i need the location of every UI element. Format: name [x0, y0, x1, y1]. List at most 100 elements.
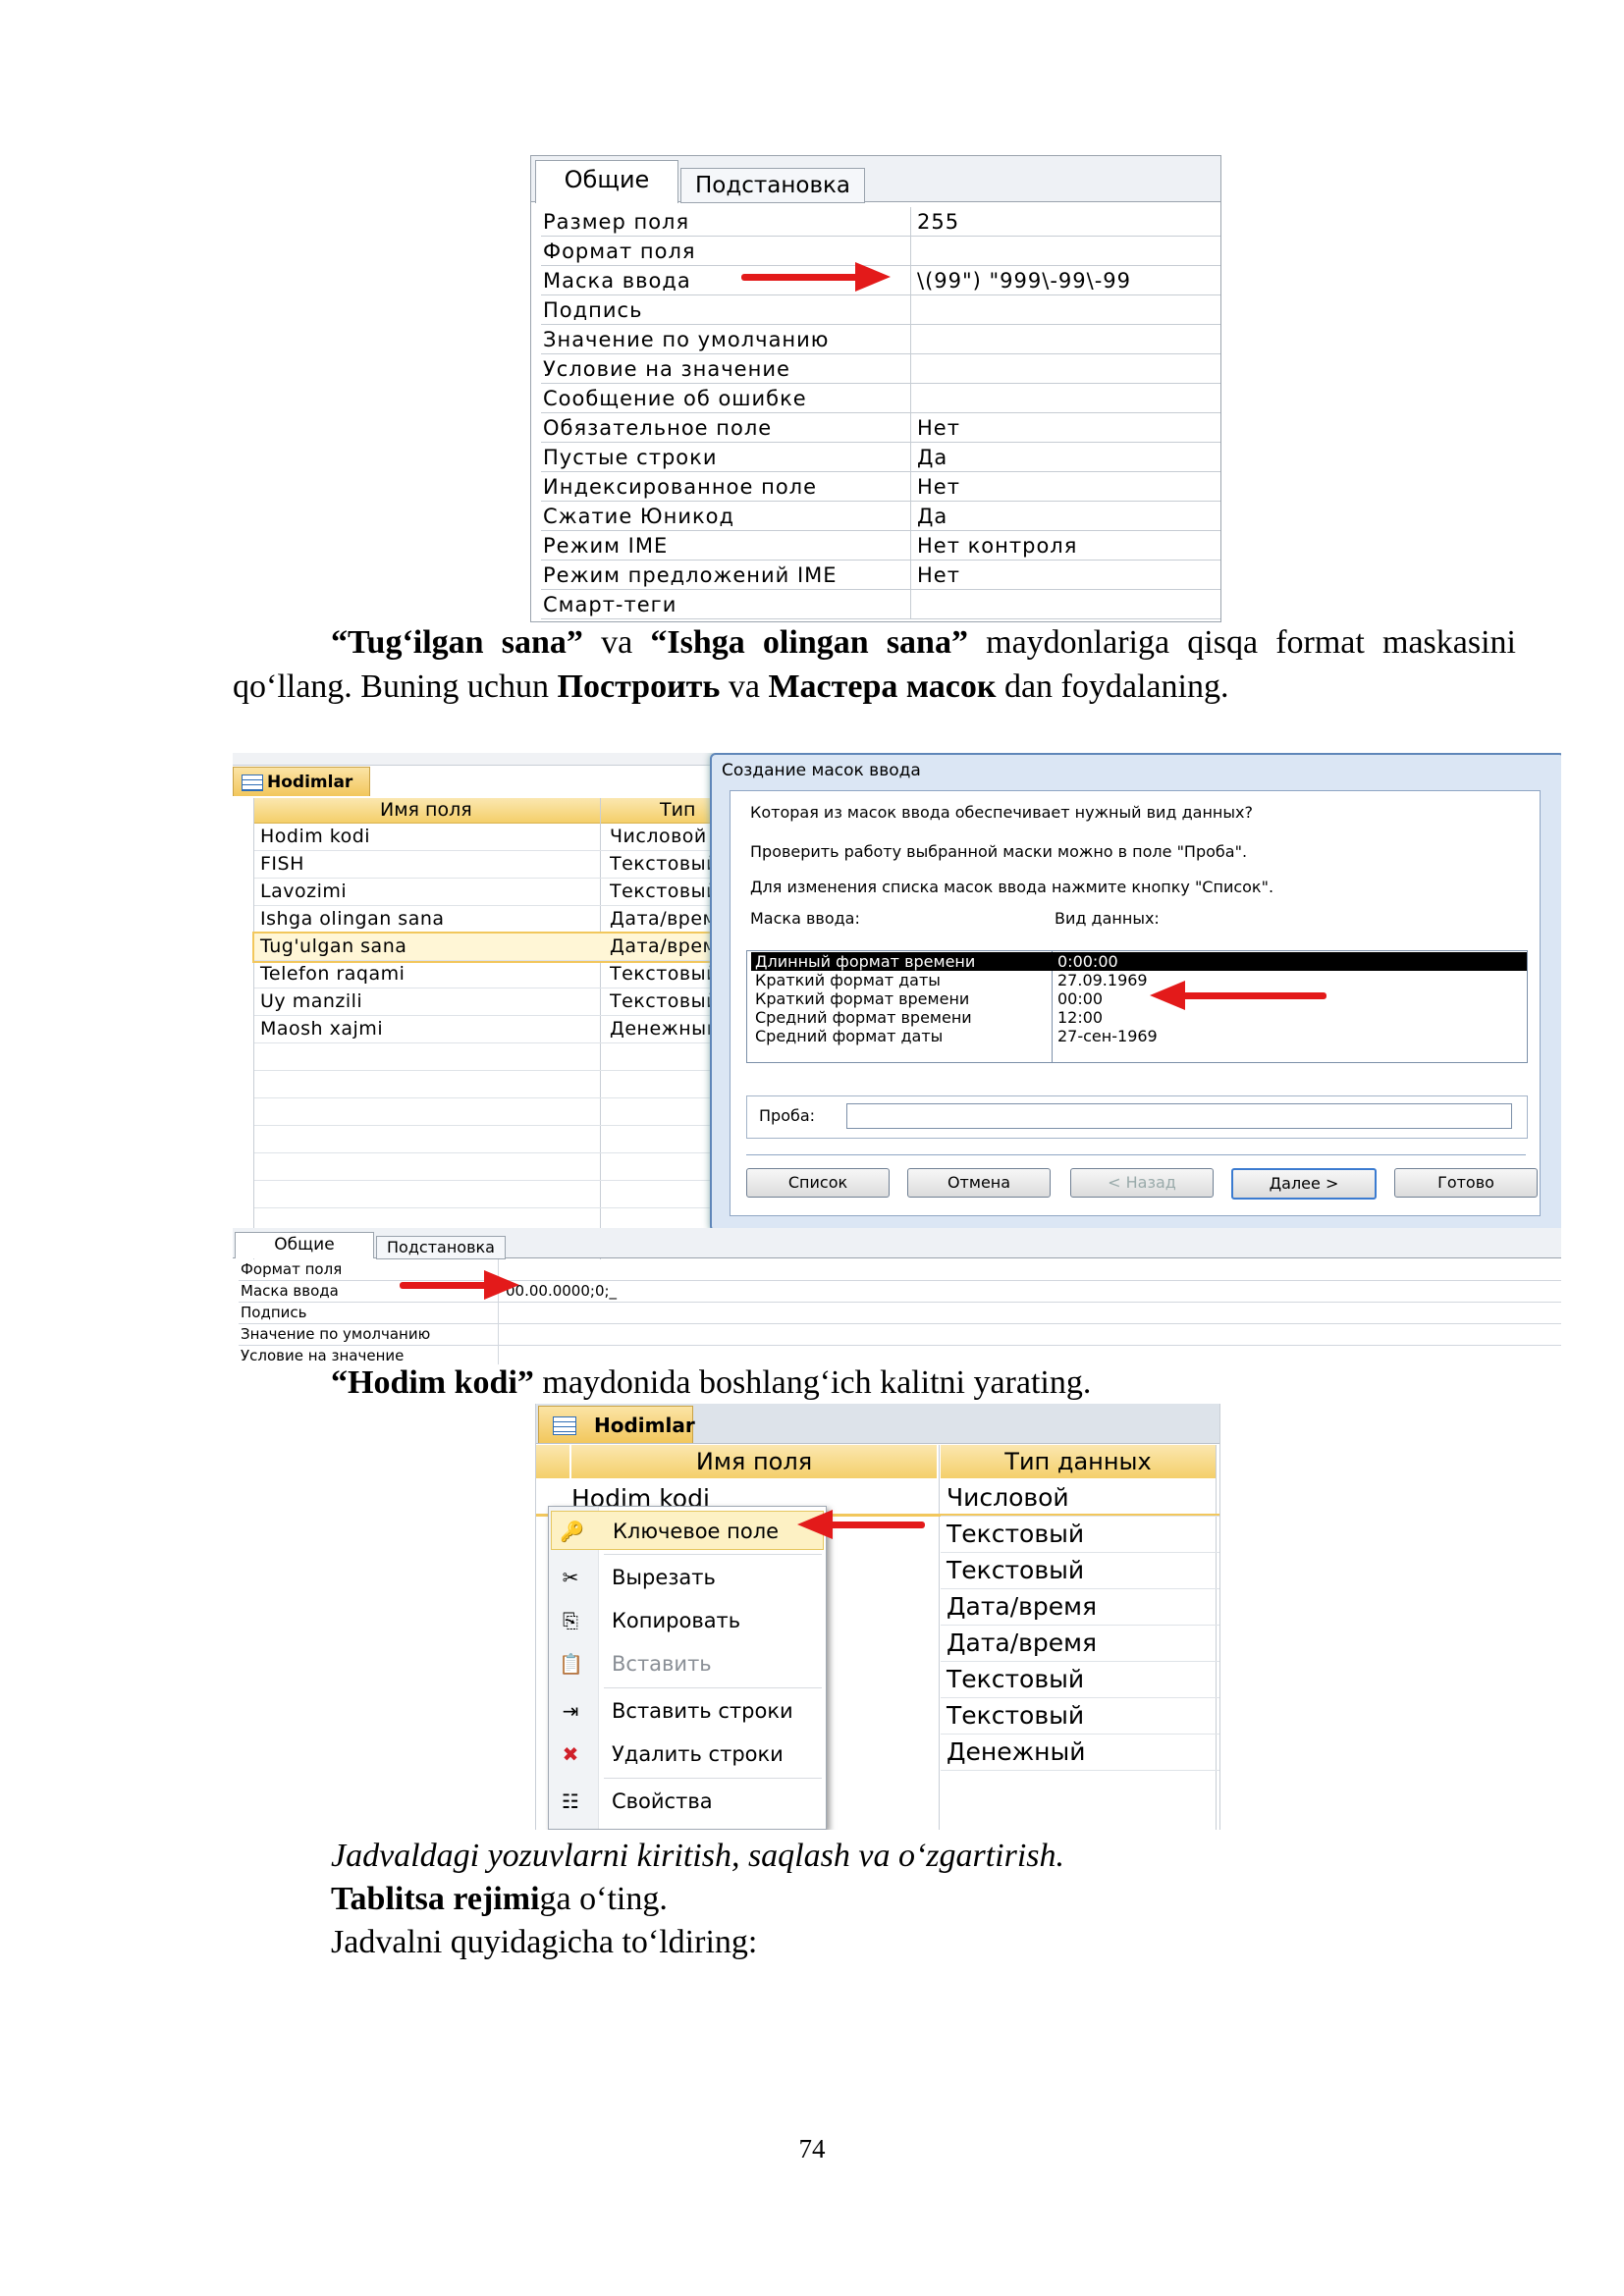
property-value[interactable]: Нет	[910, 412, 1220, 443]
menu-item-cut[interactable]: ✂ Вырезать	[551, 1558, 824, 1597]
field-name[interactable]: Telefon raqami	[260, 961, 594, 988]
property-label: Индексированное поле	[541, 471, 911, 502]
field-name[interactable]: Uy manzili	[260, 988, 594, 1015]
field-name[interactable]: Hodim kodi	[260, 824, 594, 850]
input-mask-value[interactable]: \(99") "999\-99\-99	[910, 265, 1220, 295]
table-tab-label: Hodimlar	[267, 773, 353, 792]
bold-term: Tablitsa rejimi	[331, 1881, 540, 1917]
mask-list[interactable]: Длинный формат времени 0:00:00 Краткий фо…	[746, 950, 1528, 1063]
property-value[interactable]	[910, 353, 1220, 384]
property-row: Формат поля	[541, 236, 1220, 266]
property-value[interactable]: Да	[910, 501, 1220, 531]
table-row[interactable]: Lavozimi Текстовый	[254, 879, 745, 906]
table-row[interactable]: FISH Текстовый	[254, 851, 745, 879]
field-name[interactable]: Lavozimi	[260, 879, 594, 905]
property-value[interactable]: 255	[910, 207, 1220, 237]
tab-lookup[interactable]: Подстановка	[376, 1236, 506, 1259]
list-item[interactable]: Краткий формат времени 00:00	[751, 989, 1527, 1008]
property-value[interactable]	[910, 324, 1220, 354]
field-name[interactable]: Ishga olingan sana	[260, 906, 594, 933]
menu-item-label: Удалить строки	[612, 1742, 784, 1766]
property-label: Значение по умолчанию	[541, 324, 911, 354]
test-input[interactable]	[846, 1103, 1512, 1129]
data-type-cell[interactable]: Денежный	[941, 1735, 1219, 1771]
table-icon	[242, 774, 263, 791]
back-button[interactable]: < Назад	[1070, 1168, 1214, 1198]
data-type-cell[interactable]: Дата/время	[941, 1589, 1219, 1626]
data-type-cell[interactable]: Текстовый	[941, 1662, 1219, 1698]
mask-view: 27.09.1969	[1057, 971, 1148, 989]
mask-column-label: Маска ввода:	[750, 909, 860, 928]
property-label: Режим IME	[541, 530, 911, 561]
table-row-empty[interactable]	[254, 1181, 745, 1208]
red-arrow-line	[1179, 992, 1326, 999]
input-mask-value[interactable]: 00.00.0000;0;_	[506, 1281, 617, 1302]
table-row-empty[interactable]	[254, 1098, 745, 1126]
header-label: Тип	[660, 799, 696, 821]
menu-item-delete-rows[interactable]: ✖ Удалить строки	[551, 1735, 824, 1774]
tab-general[interactable]: Общие	[535, 160, 678, 203]
divider	[939, 1445, 940, 1830]
mask-view: 0:00:00	[1057, 952, 1118, 971]
list-item[interactable]: Краткий формат даты 27.09.1969	[751, 971, 1527, 989]
list-item[interactable]: Средний формат времени 12:00	[751, 1008, 1527, 1027]
tab-general[interactable]: Общие	[235, 1232, 374, 1258]
menu-item-label: Вырезать	[612, 1566, 716, 1589]
italic-heading: Jadvaldagi yozuvlarni kiritish, saqlash …	[331, 1838, 1065, 1874]
menu-item-paste[interactable]: 📋 Вставить	[551, 1644, 824, 1683]
property-label: Значение по умолчанию	[241, 1324, 499, 1345]
quoted-field-name: “Ishga olingan sana”	[650, 624, 968, 661]
menu-item-properties[interactable]: ☷ Свойства	[551, 1782, 824, 1821]
table-row[interactable]: Uy manzili Текстовый	[254, 988, 745, 1016]
input-mask-wizard-dialog: Создание масок ввода Которая из масок вв…	[710, 753, 1561, 1232]
tab-lookup[interactable]: Подстановка	[680, 168, 865, 203]
mask-name: Длинный формат времени	[755, 952, 976, 971]
field-name[interactable]: FISH	[260, 851, 594, 878]
finish-button[interactable]: Готово	[1394, 1168, 1538, 1198]
dialog-hint: Для изменения списка масок ввода нажмите…	[750, 878, 1274, 896]
dialog-question: Которая из масок ввода обеспечивает нужн…	[750, 803, 1253, 822]
menu-item-insert-rows[interactable]: ⇥ Вставить строки	[551, 1691, 824, 1731]
table-tab[interactable]: Hodimlar	[233, 767, 370, 796]
context-menu-screenshot: Hodimlar Имя поля Тип данных Hodim kodi …	[535, 1404, 1220, 1830]
table-row-empty[interactable]	[254, 1043, 745, 1071]
property-value[interactable]: Да	[910, 442, 1220, 472]
data-type-cell[interactable]: Текстовый	[941, 1517, 1219, 1553]
table-row[interactable]: Ishga olingan sana Дата/время	[254, 906, 745, 934]
table-row[interactable]: Maosh xajmi Денежный	[254, 1016, 745, 1043]
data-type-cell[interactable]: Числовой	[941, 1480, 1219, 1517]
page-number: 74	[798, 2134, 826, 2163]
table-tab[interactable]: Hodimlar	[538, 1406, 695, 1443]
menu-item-copy[interactable]: ⎘ Копировать	[551, 1601, 824, 1640]
property-row: Режим IME Нет контроля	[541, 530, 1220, 561]
table-row[interactable]: Hodim kodi Числовой	[254, 824, 745, 851]
field-name[interactable]: Tug'ulgan sana	[260, 934, 594, 960]
property-value[interactable]	[910, 589, 1220, 619]
list-button[interactable]: Список	[746, 1168, 890, 1198]
text: ga oʻting.	[539, 1881, 668, 1917]
table-tab-label: Hodimlar	[594, 1414, 695, 1437]
table-row-selected[interactable]: Tug'ulgan sana Дата/время	[252, 932, 747, 963]
list-item-selected[interactable]: Длинный формат времени 0:00:00	[751, 952, 1527, 971]
table-row-empty[interactable]	[254, 1126, 745, 1153]
property-row: Подпись	[239, 1303, 1561, 1324]
property-row: Значение по умолчанию	[239, 1324, 1561, 1346]
property-value[interactable]: Нет	[910, 560, 1220, 590]
property-value[interactable]	[910, 236, 1220, 266]
table-row[interactable]: Telefon raqami Текстовый	[254, 961, 745, 988]
menu-item-primary-key[interactable]: 🔑 Ключевое поле	[551, 1511, 824, 1550]
table-row-empty[interactable]	[254, 1153, 745, 1181]
property-value[interactable]	[910, 294, 1220, 325]
field-name[interactable]: Maosh xajmi	[260, 1016, 594, 1042]
property-value[interactable]: Нет	[910, 471, 1220, 502]
cancel-button[interactable]: Отмена	[907, 1168, 1051, 1198]
property-value[interactable]	[910, 383, 1220, 413]
next-button[interactable]: Далее >	[1231, 1168, 1377, 1200]
table-row-empty[interactable]	[254, 1071, 745, 1098]
list-item[interactable]: Средний формат даты 27-сен-1969	[751, 1027, 1527, 1045]
data-type-cell[interactable]: Текстовый	[941, 1553, 1219, 1589]
select-all-corner[interactable]	[536, 1445, 569, 1478]
data-type-cell[interactable]: Дата/время	[941, 1626, 1219, 1662]
property-value[interactable]: Нет контроля	[910, 530, 1220, 561]
data-type-cell[interactable]: Текстовый	[941, 1698, 1219, 1735]
